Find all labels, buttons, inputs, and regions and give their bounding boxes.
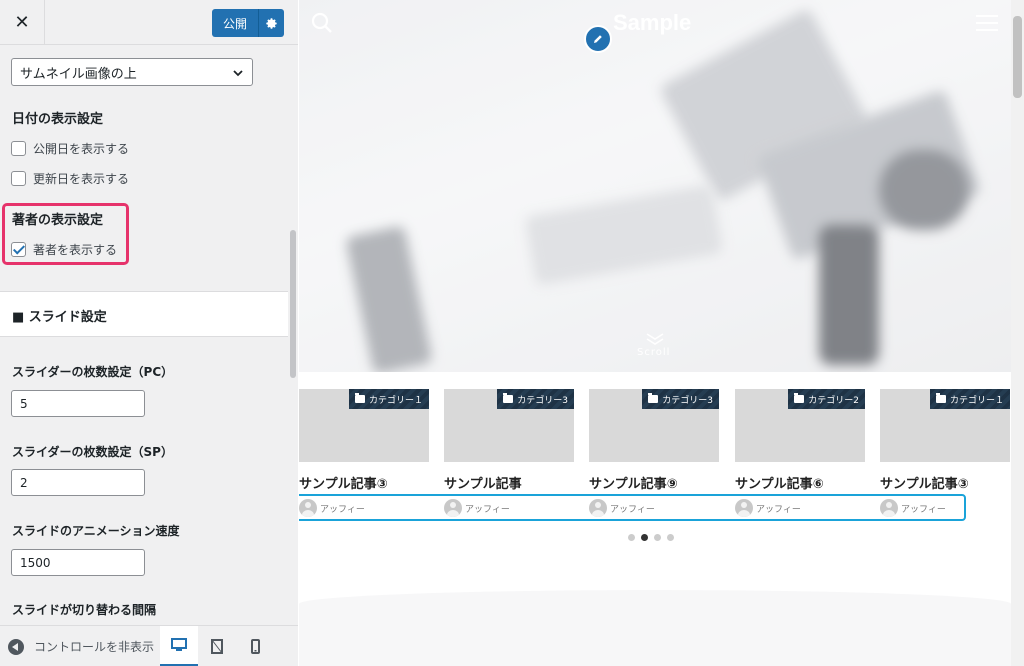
scroll-label: Scroll	[637, 347, 671, 358]
hero-image: Sample Scroll	[299, 0, 1011, 372]
tablet-preview-button[interactable]	[198, 626, 236, 666]
author-section-title: 著者の表示設定	[12, 213, 104, 228]
slider-dot[interactable]	[641, 534, 648, 541]
slider-count-pc-label: スライダーの枚数設定（PC）	[12, 365, 174, 379]
collapse-controls-button[interactable]: コントロールを非表示	[8, 626, 158, 666]
chevron-down-icon[interactable]	[645, 332, 665, 346]
close-button[interactable]: ✕	[0, 0, 45, 45]
post-title[interactable]: サンプル記事	[444, 473, 522, 492]
panel-scroll-thumb[interactable]	[290, 230, 296, 378]
post-title[interactable]: サンプル記事③	[299, 473, 388, 492]
collapse-arrow-icon	[8, 638, 24, 655]
folder-icon	[648, 393, 659, 403]
show-updated-label: 更新日を表示する	[33, 172, 130, 186]
publish-button-group: 公開	[212, 9, 284, 37]
slider-dot[interactable]	[654, 534, 661, 541]
show-author-row[interactable]: 著者を表示する	[11, 241, 117, 258]
show-published-label: 公開日を表示する	[33, 142, 130, 156]
slider-dot[interactable]	[628, 534, 635, 541]
category-badge: カテゴリー3	[642, 389, 719, 409]
site-title[interactable]: Sample	[613, 10, 691, 36]
search-icon[interactable]	[311, 12, 333, 34]
slide-interval-label: スライドが切り替わる間隔	[12, 603, 157, 617]
category-label: カテゴリー3	[517, 395, 568, 406]
slide-section-label: ■ スライド設定	[12, 310, 107, 325]
show-updated-checkbox[interactable]	[11, 171, 26, 186]
author-row-highlight	[299, 494, 966, 521]
customizer-panel: ✕ 公開 サムネイル画像の上 日付の表示設定 公開日を表示する 更新日を表示する…	[0, 0, 298, 666]
category-badge: カテゴリー１	[348, 389, 429, 409]
close-icon: ✕	[14, 12, 30, 33]
show-author-checkbox[interactable]	[11, 242, 26, 257]
gear-icon[interactable]	[259, 9, 284, 37]
category-badge: カテゴリー１	[929, 389, 1010, 409]
slider-count-pc-input[interactable]: 5	[11, 390, 145, 417]
desktop-icon	[171, 638, 187, 651]
show-published-row[interactable]: 公開日を表示する	[11, 140, 129, 157]
post-title[interactable]: サンプル記事⑥	[735, 473, 824, 492]
show-published-checkbox[interactable]	[11, 141, 26, 156]
preview-scroll-thumb[interactable]	[1013, 16, 1022, 98]
select-value: サムネイル画像の上	[20, 66, 137, 82]
category-label: カテゴリー１	[368, 395, 423, 406]
slide-speed-input[interactable]: 1500	[11, 549, 145, 576]
slide-speed-label: スライドのアニメーション速度	[12, 524, 180, 538]
folder-icon	[354, 393, 365, 403]
site-preview: Sample Scroll カテゴリー１ サンプル記事③ アッフィー カテゴリー…	[299, 0, 1024, 666]
panel-footer: コントロールを非表示	[0, 625, 298, 666]
slider-dots	[628, 534, 674, 541]
folder-icon	[503, 393, 514, 403]
category-badge: カテゴリー2	[788, 389, 865, 409]
panel-header: ✕ 公開	[0, 0, 298, 45]
category-badge: カテゴリー3	[497, 389, 574, 409]
collapse-label: コントロールを非表示	[34, 640, 155, 654]
hamburger-menu-icon[interactable]	[976, 14, 998, 32]
category-label: カテゴリー3	[662, 395, 713, 406]
show-updated-row[interactable]: 更新日を表示する	[11, 170, 129, 187]
category-label: カテゴリー2	[808, 395, 859, 406]
mobile-icon	[250, 639, 260, 654]
slider-dot[interactable]	[667, 534, 674, 541]
chevron-down-icon	[233, 70, 243, 77]
show-author-label: 著者を表示する	[33, 243, 118, 257]
folder-icon	[935, 393, 946, 403]
post-title[interactable]: サンプル記事⑨	[589, 473, 678, 492]
mobile-preview-button[interactable]	[236, 626, 274, 666]
panel-scrollbar[interactable]	[288, 45, 298, 625]
hero-overlay	[299, 0, 1011, 372]
footer-wave	[299, 590, 1011, 666]
slider-count-sp-label: スライダーの枚数設定（SP）	[12, 445, 173, 459]
folder-icon	[794, 393, 805, 403]
panel-body: サムネイル画像の上 日付の表示設定 公開日を表示する 更新日を表示する 著者の表…	[0, 45, 288, 625]
tablet-icon	[211, 639, 223, 654]
publish-button[interactable]: 公開	[212, 9, 258, 37]
date-section-title: 日付の表示設定	[12, 112, 104, 127]
preview-scrollbar[interactable]	[1011, 0, 1024, 666]
post-title[interactable]: サンプル記事③	[880, 473, 969, 492]
desktop-preview-button[interactable]	[160, 626, 198, 666]
pencil-icon[interactable]	[584, 25, 612, 53]
slide-settings-section[interactable]: ■ スライド設定	[0, 291, 288, 337]
slider-count-sp-input[interactable]: 2	[11, 469, 145, 496]
category-label: カテゴリー１	[949, 395, 1004, 406]
thumbnail-position-select[interactable]: サムネイル画像の上	[11, 58, 253, 86]
